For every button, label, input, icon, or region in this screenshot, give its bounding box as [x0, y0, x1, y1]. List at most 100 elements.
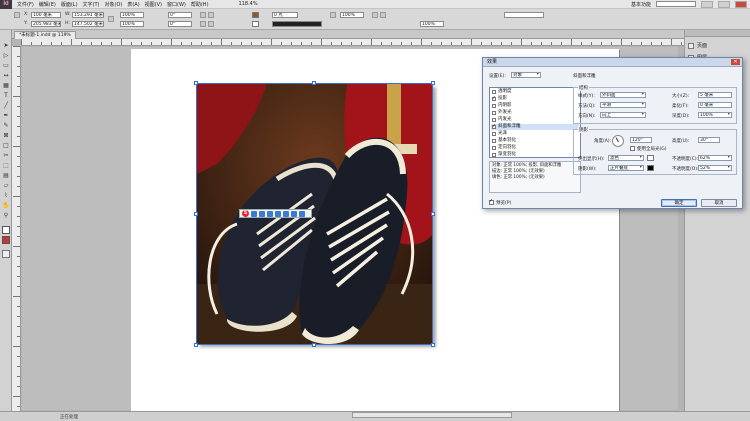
stroke-color-icon[interactable] [2, 236, 10, 244]
maximize-button[interactable] [718, 0, 730, 8]
stroke-swatch[interactable] [252, 21, 259, 27]
resize-handle-bottom-right[interactable] [431, 343, 435, 347]
global-light-checkbox[interactable] [630, 146, 635, 151]
highlight-mode-select[interactable]: 滤色 [608, 155, 644, 161]
menu-file[interactable]: 文件(F) [17, 1, 34, 8]
resize-handle-top-right[interactable] [431, 81, 435, 85]
resize-handle-top[interactable] [312, 81, 316, 85]
document-tab[interactable]: *未标题-1.indd @ 119% [14, 31, 76, 39]
drop-shadow-icon[interactable] [372, 12, 378, 18]
stroke-weight-field[interactable]: 0 点 [272, 12, 298, 18]
scale-y-field[interactable]: 100% [120, 21, 144, 27]
effect-checkbox[interactable] [492, 146, 496, 150]
effect-checkbox[interactable] [492, 90, 496, 94]
ime-voice-icon[interactable] [275, 210, 281, 217]
eyedropper-tool-icon[interactable]: ⌇ [2, 192, 10, 200]
resize-handle-right[interactable] [431, 212, 435, 216]
shadow-mode-select[interactable]: 正片叠底 [608, 165, 644, 171]
panel-dock-header[interactable] [685, 30, 750, 37]
effect-item[interactable]: 内阴影 [491, 103, 579, 109]
normal-view-icon[interactable] [2, 250, 10, 258]
rotation-angle-field[interactable]: 0° [168, 12, 192, 18]
effect-checkbox[interactable] [492, 95, 496, 101]
width-field[interactable]: 153.291 毫米 [72, 12, 104, 18]
preview-checkbox[interactable] [489, 198, 494, 205]
fill-swatch[interactable] [252, 12, 259, 18]
ime-mode-icon[interactable] [251, 210, 257, 217]
size-field[interactable]: 5 毫米 [698, 92, 732, 98]
angle-field[interactable]: 120° [630, 137, 652, 143]
highlight-color-swatch[interactable] [647, 155, 654, 161]
effect-item[interactable]: 光泽 [491, 131, 579, 137]
menu-layout[interactable]: 版面(L) [61, 1, 78, 8]
resize-handle-top-left[interactable] [194, 81, 198, 85]
object-style-select[interactable] [504, 12, 544, 18]
zoom-percent-field[interactable]: 100% [420, 21, 444, 27]
depth-field[interactable]: 100% [698, 112, 732, 118]
select-container-icon[interactable] [200, 21, 206, 27]
scale-x-field[interactable]: 100% [120, 12, 144, 18]
method-select[interactable]: 平滑 [600, 102, 646, 108]
vertical-ruler[interactable] [12, 46, 21, 411]
rectangle-tool-icon[interactable]: □ [2, 142, 10, 150]
effect-checkbox[interactable] [492, 132, 496, 136]
menu-window[interactable]: 窗口(W) [167, 1, 186, 8]
select-content-icon[interactable] [208, 21, 214, 27]
zoom-level[interactable]: 118.4% [239, 1, 258, 7]
flip-icon[interactable] [208, 12, 214, 18]
opacity-field[interactable]: 100% [340, 12, 364, 18]
resize-handle-bottom-left[interactable] [194, 343, 198, 347]
effect-item[interactable]: 定向羽化 [491, 145, 579, 151]
soften-field[interactable]: 0 毫米 [698, 102, 732, 108]
close-window-button[interactable] [735, 0, 747, 8]
menu-view[interactable]: 视图(V) [145, 1, 162, 8]
zoom-tool-icon[interactable]: ⚲ [2, 212, 10, 220]
y-position-field[interactable]: 205.983 毫米 [31, 21, 61, 27]
settings-select[interactable]: 对象 [511, 72, 541, 78]
pen-tool-icon[interactable]: ✒ [2, 112, 10, 120]
altitude-field[interactable]: 30° [698, 137, 720, 143]
menu-edit[interactable]: 编辑(E) [39, 1, 56, 8]
scissors-tool-icon[interactable]: ✂ [2, 152, 10, 160]
highlight-opacity-field[interactable]: 62% [698, 155, 732, 161]
x-position-field[interactable]: 100 毫米 [31, 12, 61, 18]
direct-selection-tool-icon[interactable]: ▷ [2, 52, 10, 60]
menu-object[interactable]: 对象(O) [105, 1, 123, 8]
ime-skin-icon[interactable] [291, 210, 297, 217]
ok-button[interactable]: 确定 [661, 199, 697, 207]
note-tool-icon[interactable]: ▱ [2, 182, 10, 190]
effects-fx-icon[interactable] [330, 12, 336, 18]
selection-tool-icon[interactable]: ➤ [2, 42, 10, 50]
stroke-type-select[interactable] [272, 21, 322, 27]
content-collector-icon[interactable]: ▦ [2, 82, 10, 90]
effect-checkbox[interactable] [492, 111, 496, 115]
effect-item[interactable]: 内发光 [491, 117, 579, 123]
fill-color-icon[interactable] [2, 226, 10, 234]
ime-keyboard-icon[interactable] [283, 210, 289, 217]
cancel-button[interactable]: 取消 [701, 199, 737, 207]
menu-type[interactable]: 文字(T) [83, 1, 100, 8]
reference-point-icon[interactable] [14, 12, 20, 18]
effect-checkbox[interactable] [492, 104, 496, 108]
direction-select[interactable]: 向上 [600, 112, 646, 118]
search-input[interactable] [656, 1, 696, 7]
shear-angle-field[interactable]: 0° [168, 21, 192, 27]
effect-item[interactable]: 基本羽化 [491, 138, 579, 144]
effect-item[interactable]: 投影 [491, 95, 579, 102]
angle-dial[interactable] [612, 135, 624, 147]
ime-toolbar[interactable]: S [239, 209, 312, 218]
ime-tools-icon[interactable] [299, 210, 305, 217]
rectangle-frame-tool-icon[interactable]: ⊠ [2, 132, 10, 140]
horizontal-scrollbar[interactable] [352, 412, 512, 418]
shadow-opacity-field[interactable]: 52% [698, 165, 732, 171]
effect-item[interactable]: 斜面和浮雕 [491, 123, 579, 130]
style-select[interactable]: 外斜面 [600, 92, 646, 98]
effect-checkbox[interactable] [492, 118, 496, 122]
free-transform-tool-icon[interactable]: ⬚ [2, 162, 10, 170]
menu-table[interactable]: 表(A) [127, 1, 139, 8]
selection-frame[interactable] [194, 81, 435, 347]
close-icon[interactable]: ✕ [731, 59, 740, 65]
effect-checkbox[interactable] [492, 123, 496, 129]
gradient-tool-icon[interactable]: ▤ [2, 172, 10, 180]
effect-item[interactable]: 外发光 [491, 110, 579, 116]
